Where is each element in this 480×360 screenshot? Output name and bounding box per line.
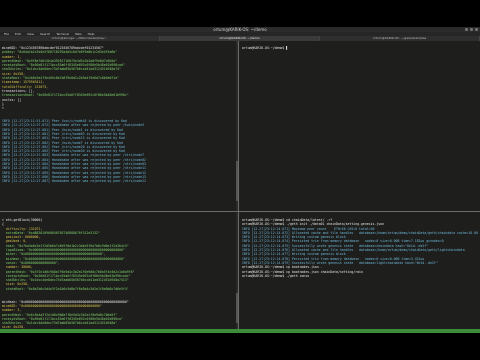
terminal-output: ortum@KARIK-OS:~/demo$ ▌	[242, 46, 478, 50]
scrollbar-bottom-left[interactable]	[236, 213, 238, 329]
terminal-line: ortum@KARIK-OS:~/demo$ ▌	[242, 46, 289, 50]
terminal-pane-bottom-right[interactable]: ortum@KARIK-OS:~/demo$ cd chainData/late…	[240, 213, 480, 329]
desktop-screen: ortum@KARIK-OS: ~/demo File Edit View Searc…	[0, 27, 480, 333]
pane-divider-vertical[interactable]	[238, 41, 239, 329]
terminal-line: ortum@KARIK-OS:~/demo$ ./geth conso	[242, 273, 310, 278]
video-frame: ortum@KARIK-OS: ~/demo File Edit View Searc…	[0, 0, 480, 360]
close-button[interactable]	[475, 28, 478, 31]
pane-divider-horizontal[interactable]	[0, 211, 480, 212]
scrollbar-top-left[interactable]	[236, 41, 238, 211]
terminal-output: ortum@KARIK-OS:~/demo$ cd chainData/late…	[242, 218, 478, 278]
scroll-thumb[interactable]	[236, 293, 238, 323]
status-bar	[0, 329, 480, 333]
terminal-pane-bottom-left[interactable]: > eth.getBlock(30000){ difficulty: 13107…	[0, 213, 238, 329]
terminal-output: mineNID: "0x1234567890abcdef0123456789ab…	[2, 46, 236, 184]
terminal-pane-top-left[interactable]: mineNID: "0x1234567890abcdef0123456789ab…	[0, 41, 238, 211]
terminal-output: > eth.getBlock(30000){ difficulty: 13107…	[2, 218, 236, 329]
maximize-button[interactable]	[470, 28, 473, 31]
terminal-pane-top-right[interactable]: ortum@KARIK-OS:~/demo$ ▌	[240, 41, 480, 211]
terminal-line: INFO [12-27|23:12:27.087] Handshake afte…	[2, 179, 146, 184]
minimize-button[interactable]	[465, 28, 468, 31]
scroll-thumb[interactable]	[236, 161, 238, 201]
